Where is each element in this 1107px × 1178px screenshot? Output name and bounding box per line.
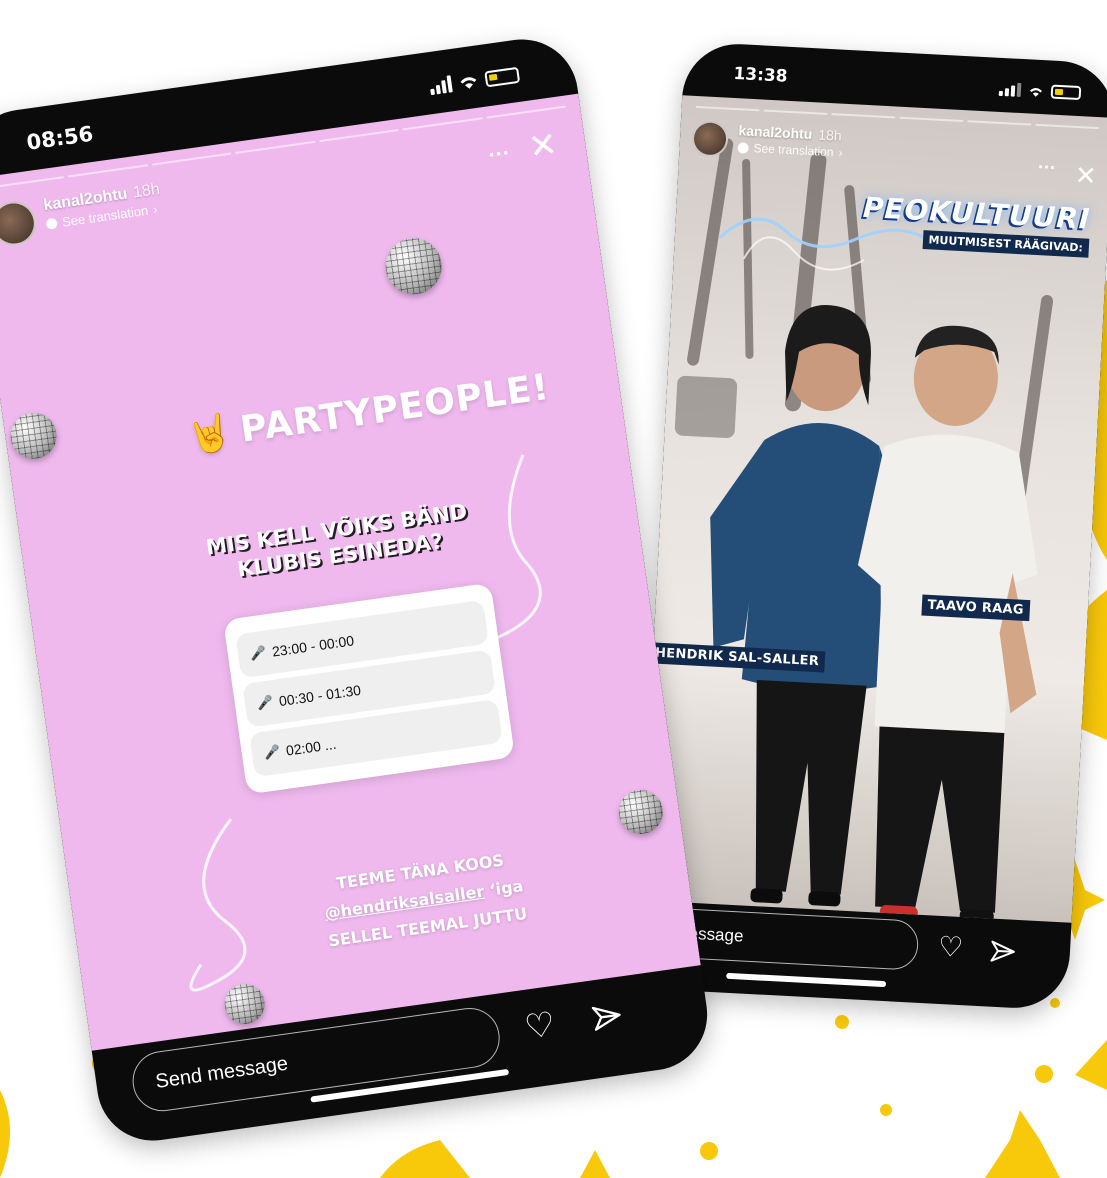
translate-icon — [737, 141, 749, 154]
disco-ball-icon — [382, 234, 446, 298]
chevron-right-icon: › — [838, 145, 843, 160]
microphone-icon: 🎤 — [249, 644, 268, 662]
heart-icon[interactable]: ♡ — [937, 930, 964, 964]
yellow-dot — [700, 1142, 718, 1160]
phone-right: 13:38 kanal2ohtu 18h See translation › .… — [635, 41, 1107, 1011]
rock-hand-icon: 🤘 — [184, 411, 236, 459]
story-progress — [0, 105, 567, 190]
send-icon[interactable] — [590, 1001, 624, 1035]
close-icon[interactable]: ✕ — [526, 125, 560, 167]
disco-ball-icon — [615, 787, 666, 837]
send-icon[interactable] — [989, 939, 1016, 966]
poll-sticker: 🎤 23:00 - 00:00 🎤 00:30 - 01:30 🎤 02:00 ... — [223, 582, 515, 795]
status-time: 13:38 — [732, 63, 789, 87]
status-icons — [429, 66, 521, 96]
battery-icon — [484, 66, 521, 87]
avatar[interactable] — [691, 119, 729, 158]
microphone-icon: 🎤 — [262, 743, 282, 761]
translate-icon — [45, 217, 58, 230]
status-icons — [998, 82, 1082, 101]
story-canvas: kanal2ohtu 18h See translation › ... ✕ 🤘 P… — [0, 93, 701, 1051]
home-indicator[interactable] — [726, 972, 887, 988]
more-options-icon[interactable]: ... — [486, 134, 511, 163]
heart-icon[interactable]: ♡ — [522, 1004, 558, 1048]
chevron-right-icon: › — [151, 201, 159, 217]
yellow-dot — [1035, 1065, 1053, 1083]
disco-ball-icon — [7, 409, 60, 462]
see-translation-link[interactable]: See translation › — [737, 140, 843, 160]
story-age: 18h — [132, 180, 161, 202]
story-age: 18h — [817, 126, 843, 144]
yellow-dot — [880, 1104, 892, 1116]
more-options-icon[interactable]: ... — [1038, 152, 1057, 174]
story-photo: kanal2ohtu 18h See translation › ... ✕ PEO… — [640, 95, 1107, 923]
microphone-icon: 🎤 — [256, 694, 275, 712]
signal-icon — [998, 82, 1022, 97]
status-time: 08:56 — [25, 121, 95, 155]
yellow-dot — [835, 1015, 849, 1029]
story-header: kanal2ohtu 18h See translation › — [691, 119, 844, 164]
avatar[interactable] — [0, 198, 39, 249]
signal-icon — [429, 75, 453, 96]
wifi-icon — [460, 76, 477, 89]
battery-icon — [1050, 84, 1082, 101]
close-icon[interactable]: ✕ — [1074, 158, 1098, 193]
story-header: kanal2ohtu 18h See translation › — [0, 180, 165, 249]
wifi-icon — [1030, 87, 1043, 97]
yellow-dot — [1050, 998, 1060, 1008]
